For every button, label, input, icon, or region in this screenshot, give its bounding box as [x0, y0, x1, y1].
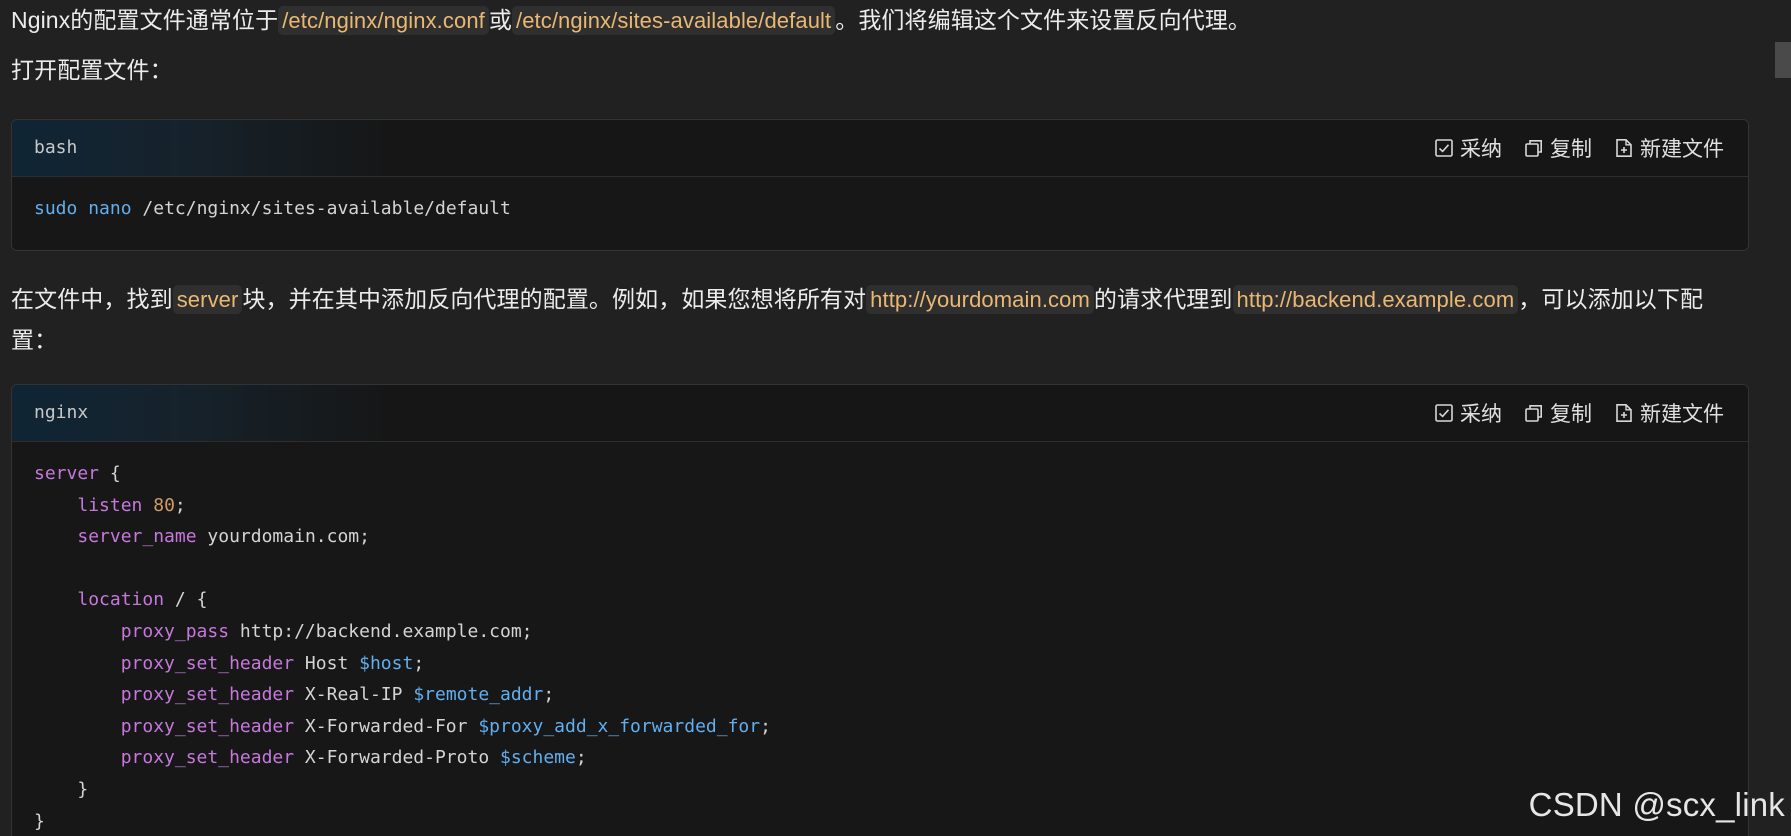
text: Nginx的配置文件通常位于	[11, 7, 279, 33]
file-plus-icon	[1616, 404, 1632, 422]
new-file-label: 新建文件	[1640, 138, 1724, 161]
code-header: nginx 采纳 复制 新建文件	[12, 385, 1748, 442]
adopt-button[interactable]: 采纳	[1434, 398, 1502, 428]
copy-button[interactable]: 复制	[1524, 133, 1592, 163]
code-body: server { listen 80; server_name yourdoma…	[12, 442, 1748, 836]
copy-icon	[1525, 140, 1542, 157]
copy-button[interactable]: 复制	[1524, 398, 1592, 428]
code-token: {	[99, 463, 121, 484]
checkbox-icon	[1435, 404, 1453, 422]
code-header: bash 采纳 复制 新建文件	[12, 120, 1748, 177]
code-token: / {	[164, 589, 208, 611]
code-token: X-Forwarded-For	[294, 715, 479, 737]
text: 的请求代理到	[1093, 286, 1233, 312]
code-token: ;	[760, 715, 771, 737]
text: 在文件中，找到	[11, 286, 173, 312]
copy-label: 复制	[1550, 138, 1592, 161]
adopt-button[interactable]: 采纳	[1434, 133, 1502, 163]
file-plus-icon	[1616, 139, 1632, 157]
code-token: proxy_pass	[120, 620, 230, 642]
code-token: location	[77, 589, 165, 611]
code-actions: 采纳 复制 新建文件	[1434, 120, 1724, 176]
code-token: Host	[294, 652, 360, 674]
code-token: $proxy_add_x_forwarded_for	[478, 715, 761, 737]
code-token: yourdomain.com;	[196, 526, 370, 548]
code-token: http://backend.example.com;	[229, 620, 533, 642]
code-token: X-Real-IP	[294, 684, 414, 706]
scrollbar-thumb[interactable]	[1775, 42, 1791, 78]
adopt-label: 采纳	[1460, 403, 1502, 426]
code-actions: 采纳 复制 新建文件	[1434, 385, 1724, 441]
watermark: CSDN @scx_link	[1528, 786, 1785, 823]
code-token: $remote_addr	[413, 684, 544, 706]
new-file-button[interactable]: 新建文件	[1614, 133, 1724, 163]
inline-code-nginx-conf: /etc/nginx/nginx.conf	[278, 6, 489, 35]
paragraph-add-proxy: 在文件中，找到 server 块，并在其中添加反向代理的配置。例如，如果您想将所有对…	[11, 279, 1741, 360]
code-token: X-Forwarded-Proto	[294, 747, 500, 769]
code-token: server_name	[77, 526, 197, 548]
code-token: /etc/nginx/sites-available/default	[131, 198, 511, 219]
code-token: 80	[153, 494, 175, 516]
code-token: }	[77, 778, 89, 800]
code-token: $scheme	[500, 747, 576, 769]
inline-code-sites-default: /etc/nginx/sites-available/default	[511, 6, 836, 35]
inline-code-server: server	[172, 285, 243, 314]
code-token: ;	[174, 494, 186, 516]
text: 块，并在其中添加反向代理的配置。例如，如果您想将所有对	[242, 286, 867, 312]
code-token: nano	[88, 198, 132, 219]
inline-code-yourdomain: http://yourdomain.com	[866, 285, 1094, 314]
code-token: ;	[413, 652, 425, 674]
code-token: }	[34, 810, 45, 832]
new-file-button[interactable]: 新建文件	[1614, 398, 1724, 428]
paragraph-config-location: Nginx的配置文件通常位于/etc/nginx/nginx.conf 或/etc…	[11, 0, 1749, 41]
code-token: proxy_set_header	[120, 747, 295, 769]
new-file-label: 新建文件	[1640, 403, 1724, 426]
copy-icon	[1525, 405, 1542, 422]
code-token: sudo	[34, 198, 78, 219]
code-language: nginx	[34, 402, 89, 423]
text: 或	[488, 7, 512, 33]
code-token: ;	[575, 747, 587, 769]
code-token: proxy_set_header	[120, 715, 295, 737]
code-token: ;	[543, 684, 555, 706]
code-language: bash	[34, 137, 78, 158]
code-block-bash: bash 采纳 复制 新建文件 sudo nano /etc/nginx/sit…	[11, 119, 1749, 251]
inline-code-backend: http://backend.example.com	[1232, 285, 1519, 314]
adopt-label: 采纳	[1460, 138, 1502, 161]
copy-label: 复制	[1550, 403, 1592, 426]
code-token: listen	[77, 494, 143, 516]
code-body: sudo nano /etc/nginx/sites-available/def…	[12, 177, 1748, 225]
code-token: proxy_set_header	[120, 652, 295, 674]
text: 。我们将编辑这个文件来设置反向代理。	[835, 7, 1252, 33]
code-token: proxy_set_header	[120, 684, 295, 706]
code-token: server	[34, 463, 100, 484]
paragraph-open-config: 打开配置文件：	[11, 57, 173, 83]
code-block-nginx: nginx 采纳 复制 新建文件 server { listen 80; ser…	[11, 384, 1749, 836]
checkbox-icon	[1435, 139, 1453, 157]
code-token: $host	[359, 652, 414, 674]
